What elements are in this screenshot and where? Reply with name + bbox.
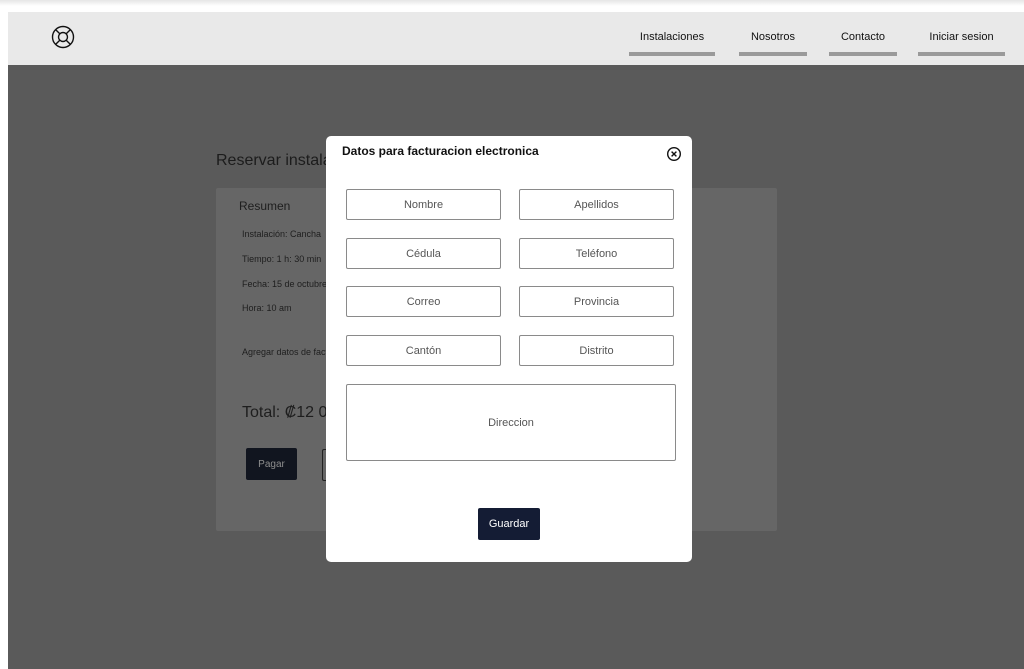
nav-instalaciones-label: Instalaciones <box>639 31 705 43</box>
nav-underline <box>829 52 897 56</box>
nav-iniciar-sesion-label: Iniciar sesion <box>929 31 994 43</box>
window-top-edge <box>0 0 1024 6</box>
nav-instalaciones[interactable]: Instalaciones <box>629 31 715 56</box>
close-icon[interactable] <box>666 146 682 162</box>
nav-iniciar-sesion[interactable]: Iniciar sesion <box>918 31 1005 56</box>
summary-line: Instalación: Cancha <box>242 229 322 239</box>
nav-contacto-label: Contacto <box>840 31 886 43</box>
nav-contacto[interactable]: Contacto <box>829 31 897 56</box>
billing-modal: Datos para facturacion electronica Nombr… <box>326 136 692 562</box>
site-header: Instalaciones Nosotros Contacto Iniciar … <box>8 12 1024 65</box>
canton-field[interactable]: Cantón <box>346 335 501 366</box>
nav-underline <box>739 52 807 56</box>
nombre-field[interactable]: Nombre <box>346 189 501 220</box>
lifebuoy-icon[interactable] <box>51 25 75 49</box>
apellidos-field[interactable]: Apellidos <box>519 189 674 220</box>
correo-field[interactable]: Correo <box>346 286 501 317</box>
pay-button[interactable]: Pagar <box>246 448 297 480</box>
summary-line: Tiempo: 1 h: 30 min <box>242 254 322 264</box>
cedula-field[interactable]: Cédula <box>346 238 501 269</box>
save-button[interactable]: Guardar <box>478 508 540 540</box>
nav-underline <box>918 52 1005 56</box>
summary-line: Hora: 10 am <box>242 303 292 313</box>
provincia-field[interactable]: Provincia <box>519 286 674 317</box>
direccion-textarea[interactable]: Direccion <box>346 384 676 461</box>
nav-nosotros-label: Nosotros <box>750 31 796 43</box>
summary-line: Fecha: 15 de octubre <box>242 279 328 289</box>
nav-underline <box>629 52 715 56</box>
distrito-field[interactable]: Distrito <box>519 335 674 366</box>
telefono-field[interactable]: Teléfono <box>519 238 674 269</box>
summary-heading: Resumen <box>239 199 291 213</box>
app-frame: Instalaciones Nosotros Contacto Iniciar … <box>8 12 1024 669</box>
modal-title: Datos para facturacion electronica <box>342 144 539 158</box>
nav-nosotros[interactable]: Nosotros <box>739 31 807 56</box>
